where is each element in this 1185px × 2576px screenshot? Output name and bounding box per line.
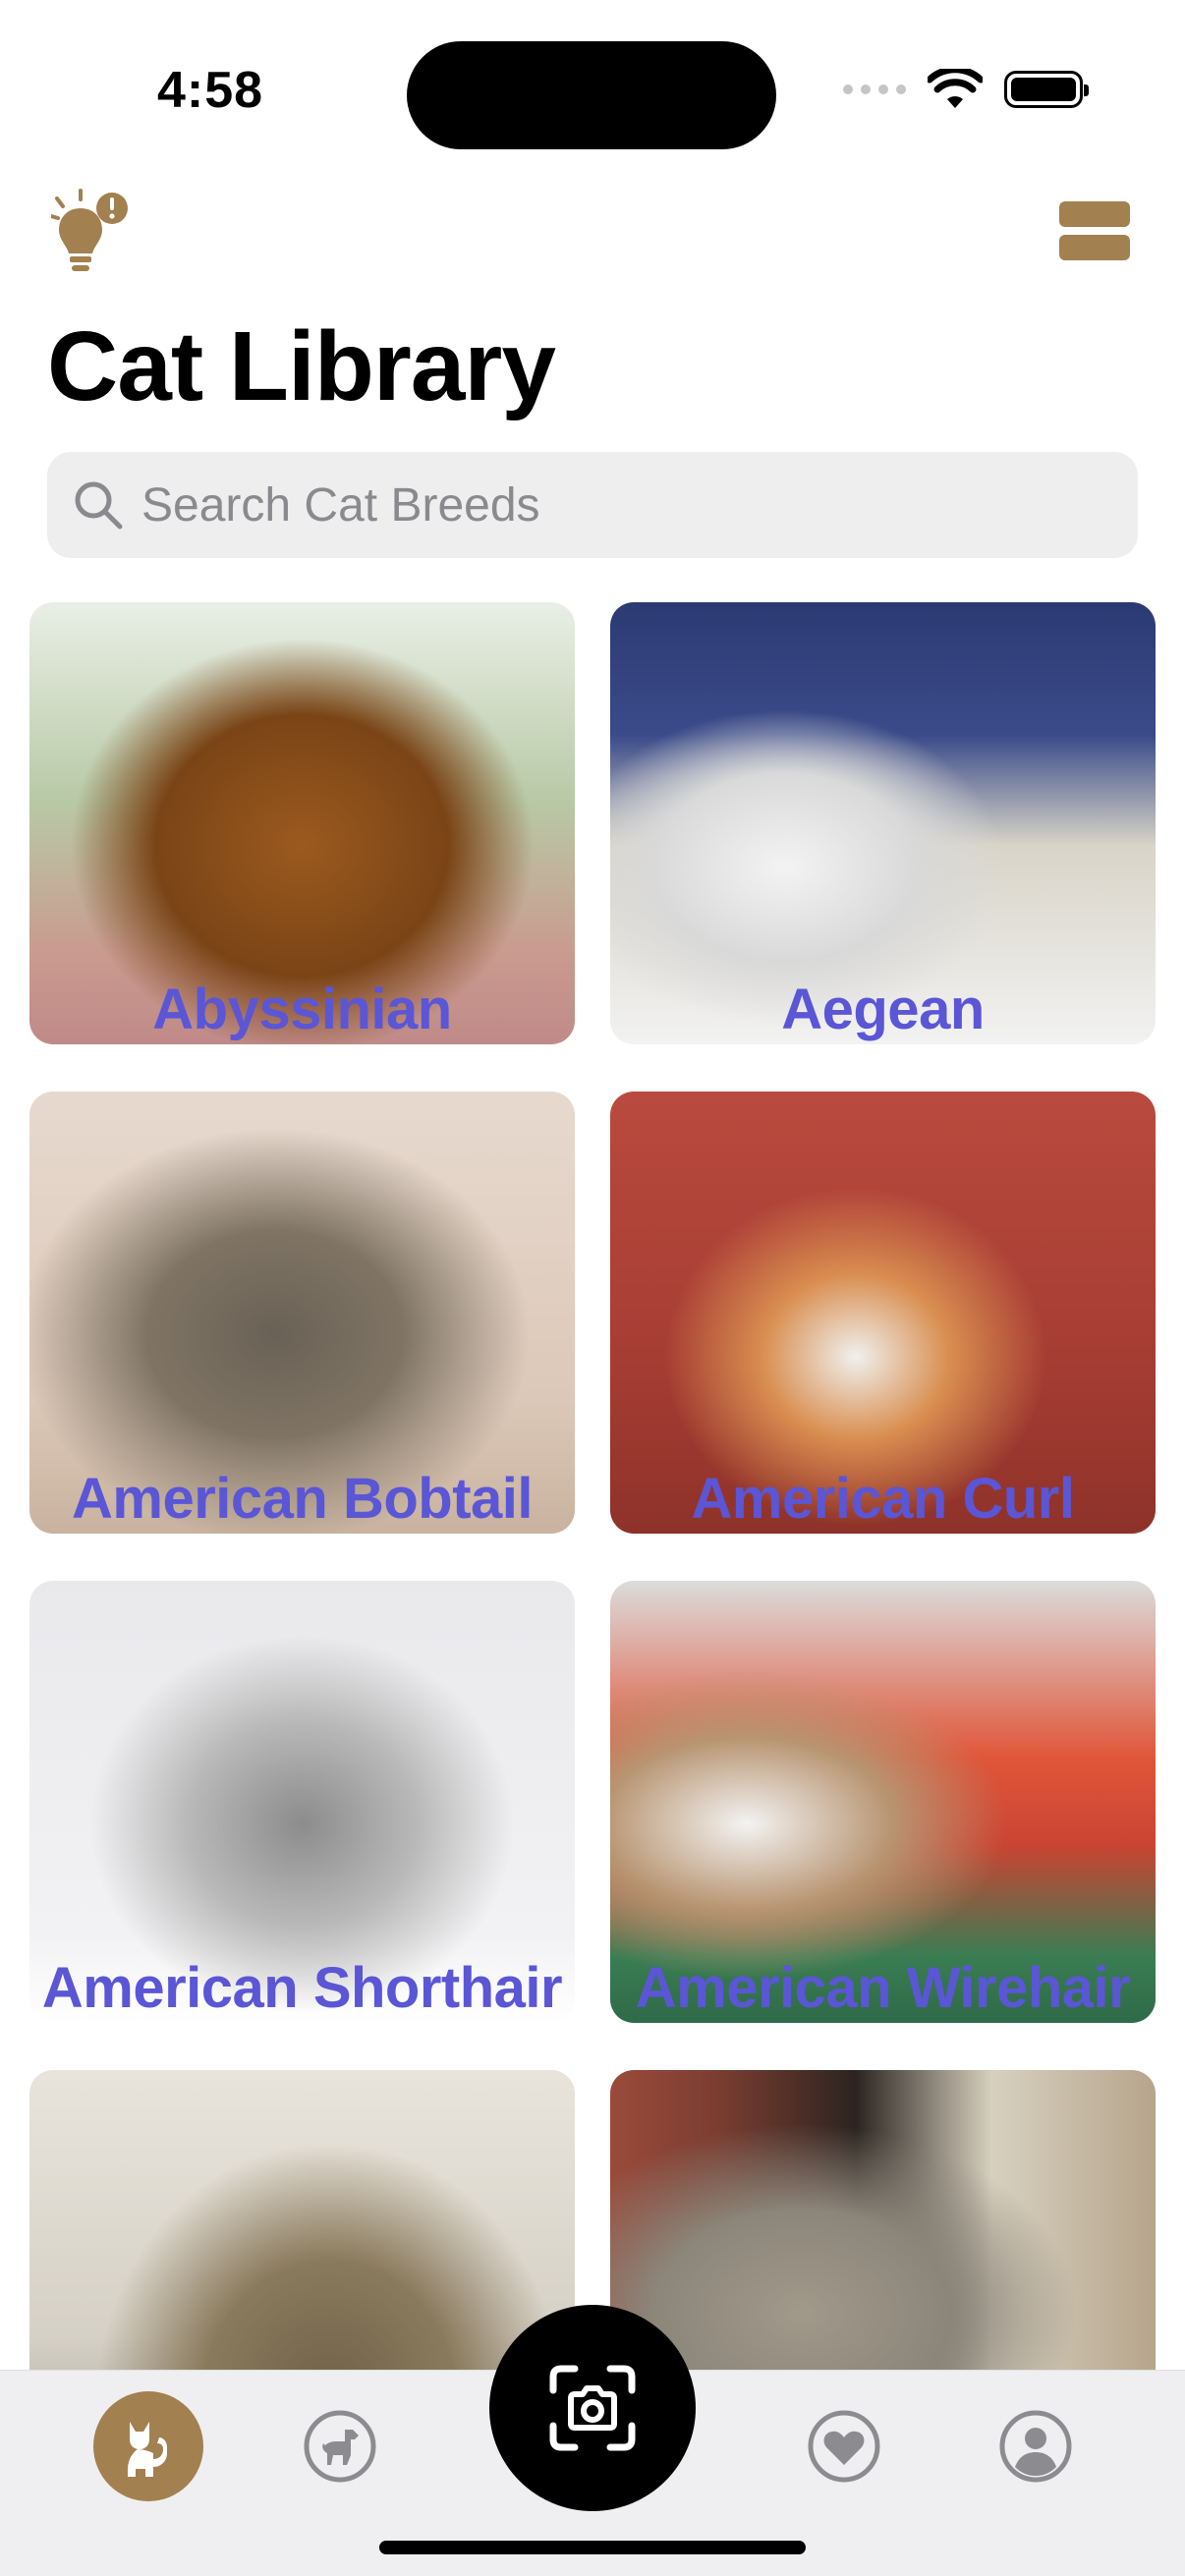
tab-cats[interactable]	[93, 2391, 203, 2501]
breed-name: American Wirehair	[635, 1956, 1131, 2020]
breed-name: Aegean	[781, 978, 985, 1041]
dynamic-island	[407, 41, 776, 149]
status-icons	[843, 69, 1089, 110]
breed-card-american-wirehair[interactable]: American Wirehair	[610, 1581, 1156, 2023]
home-indicator	[379, 2541, 806, 2554]
cellular-signal-icon	[843, 84, 906, 94]
breed-name: American Bobtail	[72, 1467, 534, 1531]
status-bar: 4:58	[0, 0, 1185, 177]
dog-icon	[304, 2410, 376, 2483]
status-time: 4:58	[157, 62, 264, 119]
camera-scan-icon	[549, 2365, 636, 2451]
wifi-icon	[928, 69, 983, 108]
search-bar[interactable]	[47, 452, 1138, 558]
menu-icon[interactable]	[1059, 201, 1130, 262]
breed-name: Abyssinian	[152, 978, 452, 1041]
tab-profile[interactable]	[981, 2391, 1091, 2501]
breed-name: American Shorthair	[41, 1956, 563, 2020]
heart-icon	[808, 2410, 880, 2483]
camera-scan-button[interactable]	[489, 2305, 696, 2511]
breed-name: American Curl	[691, 1467, 1075, 1531]
cat-icon	[128, 2422, 167, 2477]
breed-card-american-shorthair[interactable]: American Shorthair	[29, 1581, 575, 2023]
page-title: Cat Library	[47, 311, 556, 421]
profile-icon	[999, 2410, 1072, 2483]
breed-card-american-bobtail[interactable]: American Bobtail	[29, 1092, 575, 1534]
breed-card-aegean[interactable]: Aegean	[610, 602, 1156, 1044]
tab-favorites[interactable]	[789, 2391, 899, 2501]
breed-card-american-curl[interactable]: American Curl	[610, 1092, 1156, 1534]
tab-dogs[interactable]	[285, 2391, 395, 2501]
battery-icon	[1004, 71, 1089, 108]
search-input[interactable]	[141, 477, 1026, 532]
breed-grid: Abyssinian Aegean American Bobtail Ameri…	[29, 602, 1156, 2512]
search-icon	[75, 481, 123, 530]
breed-card-abyssinian[interactable]: Abyssinian	[29, 602, 575, 1044]
tips-lightbulb-icon[interactable]	[49, 187, 134, 275]
